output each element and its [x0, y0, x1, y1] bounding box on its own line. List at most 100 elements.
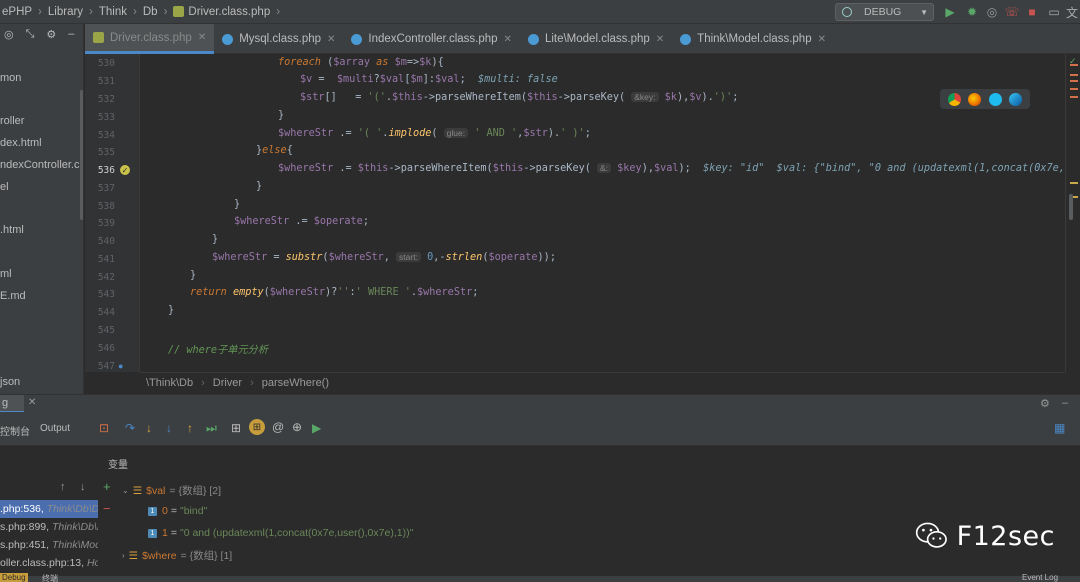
- run-configuration-select[interactable]: DEBUG ▼: [835, 3, 934, 21]
- project-item[interactable]: el: [0, 181, 9, 193]
- variable-item[interactable]: 1 1 = "0 and (updatexml(1,concat(0x7e,us…: [148, 527, 413, 539]
- frame-item[interactable]: s.php:451, Think\Mod: [0, 536, 98, 554]
- error-stripe[interactable]: [1070, 74, 1078, 76]
- firefox-icon[interactable]: [968, 92, 982, 106]
- warning-stripe[interactable]: [1070, 182, 1078, 184]
- phone-listener-icon[interactable]: ☏: [1004, 4, 1020, 20]
- editor-scrollbar[interactable]: ✓: [1065, 54, 1080, 372]
- run-to-cursor-icon[interactable]: ⏭: [206, 421, 217, 436]
- breadcrumb-item[interactable]: Db: [143, 6, 158, 18]
- tab-lite-model[interactable]: Lite\Model.class.php ✕: [520, 24, 672, 54]
- code-comment: // where子单元分析: [168, 345, 269, 356]
- close-icon[interactable]: ✕: [504, 34, 512, 45]
- project-item[interactable]: mon: [0, 72, 21, 84]
- project-item[interactable]: ndexController.class: [0, 159, 83, 171]
- close-icon[interactable]: ✕: [656, 34, 664, 45]
- frame-item[interactable]: .php:536, Think\Db\D: [0, 500, 98, 518]
- project-item[interactable]: json: [0, 376, 20, 388]
- collapse-icon[interactable]: ⤡: [26, 28, 35, 41]
- line-number-gutter[interactable]: 530 531 532 533 534 535 536 537 538 539 …: [85, 54, 140, 372]
- project-item[interactable]: .html: [0, 224, 24, 236]
- debug-icon[interactable]: ✹: [964, 4, 980, 20]
- step-into-icon[interactable]: ↓: [146, 421, 152, 435]
- navigation-bar: ePHP › Library › Think › Db › Driver.cla…: [0, 0, 1080, 24]
- error-stripe[interactable]: [1070, 64, 1078, 66]
- breadcrumb-class[interactable]: Driver: [213, 377, 242, 389]
- code-line-532: $str[] = '('.$this->parseWhereItem($this…: [300, 92, 739, 103]
- stop-icon[interactable]: ■: [1024, 4, 1040, 20]
- translate-icon[interactable]: 文: [1064, 4, 1080, 20]
- project-item[interactable]: ml: [0, 268, 12, 280]
- minimize-icon[interactable]: –: [68, 28, 74, 40]
- at-icon[interactable]: @: [272, 420, 284, 434]
- watch-icon[interactable]: ⊞: [249, 419, 265, 435]
- tab-mysql[interactable]: Mysql.class.php ✕: [214, 24, 343, 54]
- run-icon[interactable]: ▶: [942, 4, 958, 20]
- console-tab[interactable]: 控制台: [0, 423, 30, 438]
- project-item[interactable]: E.md: [0, 290, 26, 302]
- tab-driver[interactable]: Driver.class.php ✕: [85, 24, 215, 54]
- debug-tab[interactable]: g: [0, 395, 24, 413]
- frame-icon[interactable]: ⊕: [292, 420, 302, 434]
- code-editor[interactable]: foreach ($array as $m=>$k){ $v = $multi?…: [140, 54, 1065, 372]
- tab-indexcontroller[interactable]: IndexController.class.php ✕: [343, 24, 520, 54]
- execution-point-icon[interactable]: ✓: [120, 165, 130, 175]
- arrow-down-icon[interactable]: ↓: [80, 481, 86, 493]
- chrome-icon[interactable]: [947, 92, 961, 106]
- close-icon[interactable]: ✕: [327, 34, 335, 45]
- minimize-icon[interactable]: –: [1062, 397, 1068, 409]
- breadcrumb-item[interactable]: Driver.class.php: [188, 6, 270, 18]
- close-icon[interactable]: ✕: [28, 397, 36, 408]
- project-item[interactable]: roller: [0, 115, 24, 127]
- chevron-right-icon: ›: [38, 5, 42, 18]
- edge-icon[interactable]: [1009, 92, 1023, 106]
- line-number: 543: [97, 289, 115, 300]
- code-line-546: // where子单元分析: [168, 341, 268, 356]
- chevron-right-icon[interactable]: ›: [122, 551, 125, 560]
- settings-icon[interactable]: ⚙: [1040, 397, 1050, 410]
- output-tab[interactable]: Output: [40, 423, 70, 434]
- layout-icon[interactable]: ▦: [1054, 421, 1065, 435]
- breadcrumb-item[interactable]: Think: [99, 6, 127, 18]
- override-icon[interactable]: ●: [118, 361, 123, 371]
- show-execution-point-icon[interactable]: ⊡: [99, 421, 109, 435]
- terminal-icon[interactable]: ▭: [1046, 4, 1062, 20]
- error-stripe[interactable]: [1070, 80, 1078, 82]
- locate-icon[interactable]: ◎: [4, 28, 14, 41]
- coverage-icon[interactable]: ◎: [984, 4, 1000, 20]
- close-icon[interactable]: ✕: [198, 32, 206, 43]
- close-icon[interactable]: ✕: [818, 34, 826, 45]
- evaluate-expression-icon[interactable]: ⊞: [231, 421, 241, 435]
- frame-item[interactable]: oller.class.php:13, Ho: [0, 554, 98, 572]
- resume-icon[interactable]: ▶: [312, 421, 321, 435]
- scroll-thumb[interactable]: [1069, 194, 1073, 220]
- frame-item[interactable]: s.php:899, Think\Db\D: [0, 518, 98, 536]
- variable-item[interactable]: 1 0 = "bind": [148, 505, 207, 517]
- debug-tool-button[interactable]: Debug: [0, 573, 28, 582]
- breadcrumb-item[interactable]: ePHP: [2, 6, 32, 18]
- breadcrumb-method[interactable]: parseWhere(): [262, 377, 329, 389]
- event-log-button[interactable]: Event Log: [1022, 573, 1058, 582]
- error-stripe[interactable]: [1070, 88, 1078, 90]
- project-scrollbar[interactable]: [80, 90, 83, 220]
- variable-where[interactable]: › ☰ $where = {数组} [1]: [122, 548, 232, 563]
- settings-icon[interactable]: ⚙: [46, 28, 56, 41]
- breadcrumb-namespace[interactable]: \Think\Db: [146, 377, 193, 389]
- step-out-icon[interactable]: ↑: [187, 421, 193, 435]
- breadcrumb-item[interactable]: Library: [48, 6, 83, 18]
- force-step-into-icon[interactable]: ↓: [166, 421, 172, 435]
- chevron-down-icon[interactable]: ⌄: [122, 486, 129, 495]
- chevron-down-icon: ▼: [920, 7, 928, 17]
- terminal-tool-button[interactable]: 终端: [42, 573, 58, 582]
- error-stripe[interactable]: [1070, 96, 1078, 98]
- project-item[interactable]: dex.html: [0, 137, 42, 149]
- tab-think-model[interactable]: Think\Model.class.php ✕: [672, 24, 834, 54]
- code-line-531: $v = $multi?$val[$m]:$val; $multi: false: [300, 74, 558, 85]
- arrow-up-icon[interactable]: ↑: [60, 481, 66, 493]
- chevron-right-icon: ›: [163, 5, 168, 18]
- step-over-icon[interactable]: ↷: [125, 421, 135, 435]
- line-number: 545: [97, 325, 115, 336]
- ie-icon[interactable]: [988, 92, 1002, 106]
- line-number: 537: [97, 183, 115, 194]
- variable-val[interactable]: ⌄ ☰ $val = {数组} [2]: [122, 483, 221, 498]
